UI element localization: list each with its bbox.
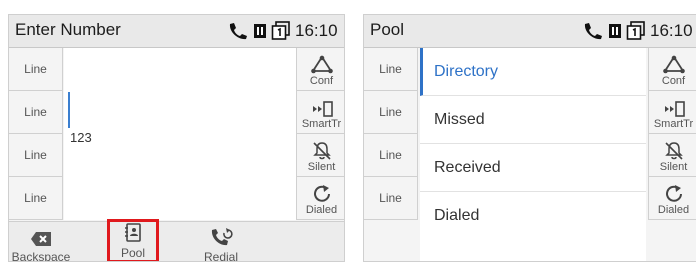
menu-item-directory[interactable]: Directory [420, 48, 646, 96]
conf-button[interactable]: Conf [297, 48, 344, 91]
backspace-button[interactable]: Backspace [11, 222, 71, 262]
title-bar: Enter Number 16:10 [9, 15, 344, 48]
conference-icon [310, 55, 333, 74]
menu-item-dialed[interactable]: Dialed [420, 192, 646, 240]
menu-item-missed[interactable]: Missed [420, 96, 646, 144]
pool-screen: Pool 16:10 Line Line Line Line Directory [363, 14, 696, 262]
bottom-bar: Backspace Pool Redial [9, 219, 344, 262]
number-entry-area[interactable]: 123 [64, 48, 296, 220]
title-bar: Pool 16:10 [364, 15, 696, 48]
line-key-icon [271, 21, 290, 40]
phone-icon [584, 23, 602, 40]
soft-keys: Conf SmartTr Silent Dialed [648, 48, 696, 220]
redial-label: Redial [203, 250, 239, 262]
dialed-button[interactable]: Dialed [649, 177, 696, 220]
line-key[interactable]: Line [364, 48, 418, 91]
line-key[interactable]: Line [364, 91, 418, 134]
text-cursor [68, 92, 70, 128]
status-area: 16:10 [227, 21, 338, 41]
contacts-book-icon [125, 223, 141, 242]
smart-transfer-label: SmartTr [653, 118, 694, 130]
status-area: 16:10 [582, 21, 693, 41]
backspace-icon [31, 232, 51, 246]
page-title: Pool [370, 20, 405, 39]
smart-transfer-button[interactable]: SmartTr [297, 91, 344, 134]
line-key[interactable]: Line [9, 91, 63, 134]
line-key[interactable]: Line [364, 177, 418, 220]
silent-button[interactable]: Silent [297, 134, 344, 177]
conf-label: Conf [309, 75, 334, 87]
silent-label: Silent [659, 161, 688, 173]
pool-menu: Directory Missed Received Dialed [420, 48, 646, 261]
clock: 16:10 [650, 21, 693, 40]
contacts-book-icon [609, 24, 621, 38]
smart-transfer-label: SmartTr [301, 118, 342, 130]
pool-label: Pool [120, 246, 146, 260]
page-title: Enter Number [15, 20, 121, 39]
smart-transfer-button[interactable]: SmartTr [649, 91, 696, 134]
dialed-button[interactable]: Dialed [297, 177, 344, 220]
redial-button[interactable]: Redial [195, 222, 247, 262]
menu-item-received[interactable]: Received [420, 144, 646, 192]
clock: 16:10 [295, 21, 338, 40]
conf-label: Conf [661, 75, 686, 87]
contacts-book-icon [254, 24, 266, 38]
line-key-icon [626, 21, 645, 40]
smart-transfer-icon [312, 101, 333, 117]
soft-keys: Conf SmartTr Silent Dialed [296, 48, 344, 220]
smart-transfer-icon [664, 101, 685, 117]
line-key[interactable]: Line [9, 48, 63, 91]
phone-icon [229, 23, 247, 40]
entered-number: 123 [70, 130, 92, 145]
pool-button[interactable]: Pool [107, 219, 159, 261]
silent-button[interactable]: Silent [649, 134, 696, 177]
line-keys: Line Line Line Line [364, 48, 418, 220]
line-key[interactable]: Line [9, 134, 63, 177]
conf-button[interactable]: Conf [649, 48, 696, 91]
backspace-label: Backspace [11, 250, 71, 262]
bell-off-icon [312, 142, 331, 160]
line-keys: Line Line Line Line [9, 48, 63, 220]
redial-phone-icon [211, 228, 233, 246]
dialed-label: Dialed [657, 204, 690, 216]
enter-number-screen: Enter Number 16:10 Line Line Line Line 1 [8, 14, 345, 262]
line-key[interactable]: Line [364, 134, 418, 177]
silent-label: Silent [307, 161, 336, 173]
redial-arrow-icon [313, 185, 330, 202]
dialed-label: Dialed [305, 204, 338, 216]
bell-off-icon [664, 142, 683, 160]
conference-icon [662, 55, 685, 74]
redial-arrow-icon [665, 185, 682, 202]
line-key[interactable]: Line [9, 177, 63, 220]
